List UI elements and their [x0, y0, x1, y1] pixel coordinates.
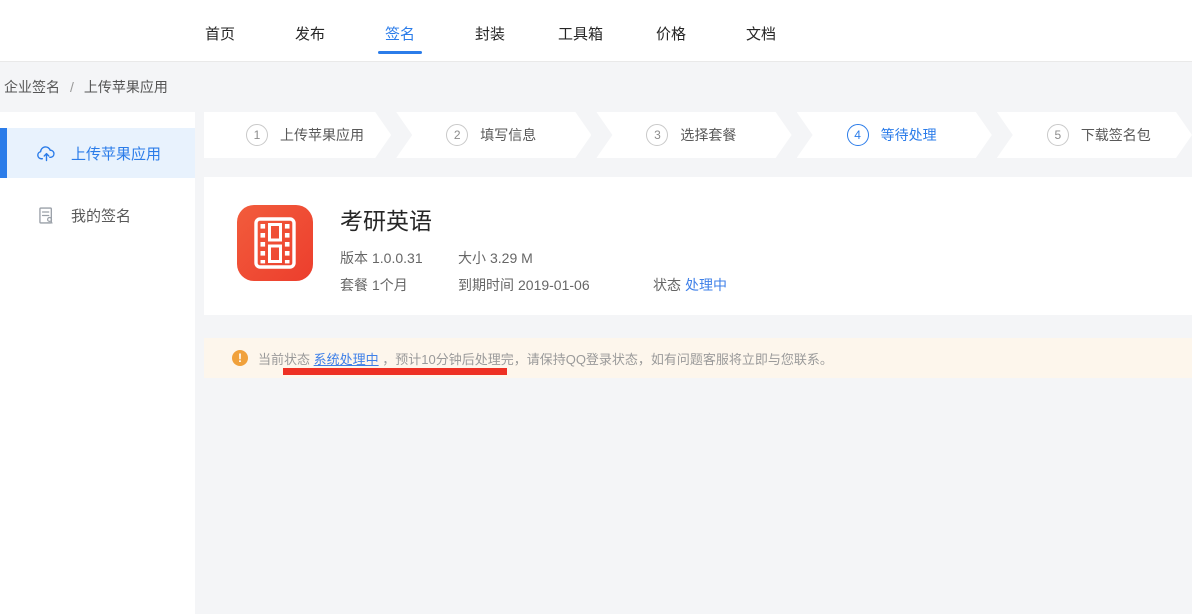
steps-bar: 1 上传苹果应用 2 填写信息 3 选择套餐 4 等待处理 5 下载签名包 — [204, 112, 1192, 158]
top-nav: 首页 发布 签名 封装 工具箱 价格 文档 — [0, 0, 1192, 62]
nav-label: 签名 — [385, 23, 415, 44]
status-link[interactable]: 系统处理中 — [314, 352, 379, 367]
sidebar-item-my-signatures[interactable]: 我的签名 — [0, 190, 195, 240]
step-2-fill-info: 2 填写信息 — [396, 112, 591, 158]
annotation-red-underline — [283, 368, 507, 375]
cloud-upload-icon — [36, 143, 57, 164]
step-number: 3 — [646, 124, 668, 146]
breadcrumb-parent[interactable]: 企业签名 — [4, 77, 60, 97]
step-number: 2 — [446, 124, 468, 146]
breadcrumb-separator: / — [70, 79, 74, 95]
nav-item-package[interactable]: 封装 — [468, 0, 512, 61]
page: 首页 发布 签名 封装 工具箱 价格 文档 企业签名 / 上传苹果应 — [0, 0, 1192, 614]
step-label: 选择套餐 — [680, 125, 736, 145]
step-label: 下载签名包 — [1081, 125, 1151, 145]
banner-suffix: ，预计10分钟后处理完，请保持QQ登录状态，如有问题客服将立即与您联系。 — [379, 352, 833, 367]
film-icon — [237, 205, 313, 281]
nav-item-home[interactable]: 首页 — [198, 0, 242, 61]
step-number: 1 — [246, 124, 268, 146]
step-1-upload: 1 上传苹果应用 — [204, 112, 391, 158]
active-indicator — [0, 128, 7, 178]
sidebar: 上传苹果应用 我的签名 — [0, 112, 195, 614]
step-number: 4 — [847, 124, 869, 146]
step-3-choose-plan: 3 选择套餐 — [596, 112, 791, 158]
app-expire: 到期时间2019-01-06 — [458, 275, 653, 295]
sidebar-item-upload-apple-app[interactable]: 上传苹果应用 — [0, 128, 195, 178]
main-panel: 1 上传苹果应用 2 填写信息 3 选择套餐 4 等待处理 5 下载签名包 — [204, 112, 1192, 614]
nav-item-signature[interactable]: 签名 — [378, 0, 422, 61]
app-status-value[interactable]: 处理中 — [685, 277, 727, 293]
nav-label: 价格 — [656, 23, 686, 44]
step-4-waiting: 4 等待处理 — [797, 112, 992, 158]
nav-label: 发布 — [295, 23, 325, 44]
breadcrumb: 企业签名 / 上传苹果应用 — [0, 62, 1192, 112]
nav-item-docs[interactable]: 文档 — [739, 0, 783, 61]
sidebar-item-label: 我的签名 — [71, 205, 131, 226]
breadcrumb-current: 上传苹果应用 — [84, 77, 168, 97]
sidebar-item-label: 上传苹果应用 — [71, 143, 161, 164]
nav-label: 首页 — [205, 23, 235, 44]
step-5-download: 5 下载签名包 — [997, 112, 1192, 158]
content-area: 上传苹果应用 我的签名 1 上传苹果应用 — [0, 112, 1192, 614]
app-info: 考研英语 版本1.0.0.31 大小3.29 M 套餐1个月 — [340, 205, 727, 315]
nav-item-toolbox[interactable]: 工具箱 — [558, 0, 603, 61]
app-status: 状态处理中 — [653, 275, 727, 295]
app-title: 考研英语 — [340, 207, 727, 235]
warning-icon: ! — [232, 350, 248, 366]
step-number: 5 — [1047, 124, 1069, 146]
main-nav: 首页 发布 签名 封装 工具箱 价格 文档 — [198, 0, 783, 61]
step-label: 上传苹果应用 — [280, 125, 364, 145]
signature-doc-icon — [36, 205, 57, 226]
nav-item-publish[interactable]: 发布 — [288, 0, 332, 61]
app-icon — [237, 205, 313, 281]
banner-prefix: 当前状态 — [258, 352, 314, 367]
banner-text: 当前状态 系统处理中 ，预计10分钟后处理完，请保持QQ登录状态，如有问题客服将… — [258, 349, 833, 368]
nav-label: 文档 — [746, 23, 776, 44]
nav-item-price[interactable]: 价格 — [649, 0, 693, 61]
app-details: 版本1.0.0.31 大小3.29 M 套餐1个月 到期时间2019-01-06 — [340, 248, 727, 295]
app-version: 版本1.0.0.31 — [340, 248, 458, 268]
app-plan: 套餐1个月 — [340, 275, 458, 295]
nav-label: 封装 — [475, 23, 505, 44]
app-size: 大小3.29 M — [458, 248, 653, 268]
nav-label: 工具箱 — [558, 23, 603, 44]
step-label: 填写信息 — [480, 125, 536, 145]
step-label: 等待处理 — [881, 125, 937, 145]
app-card: 考研英语 版本1.0.0.31 大小3.29 M 套餐1个月 — [204, 177, 1192, 315]
